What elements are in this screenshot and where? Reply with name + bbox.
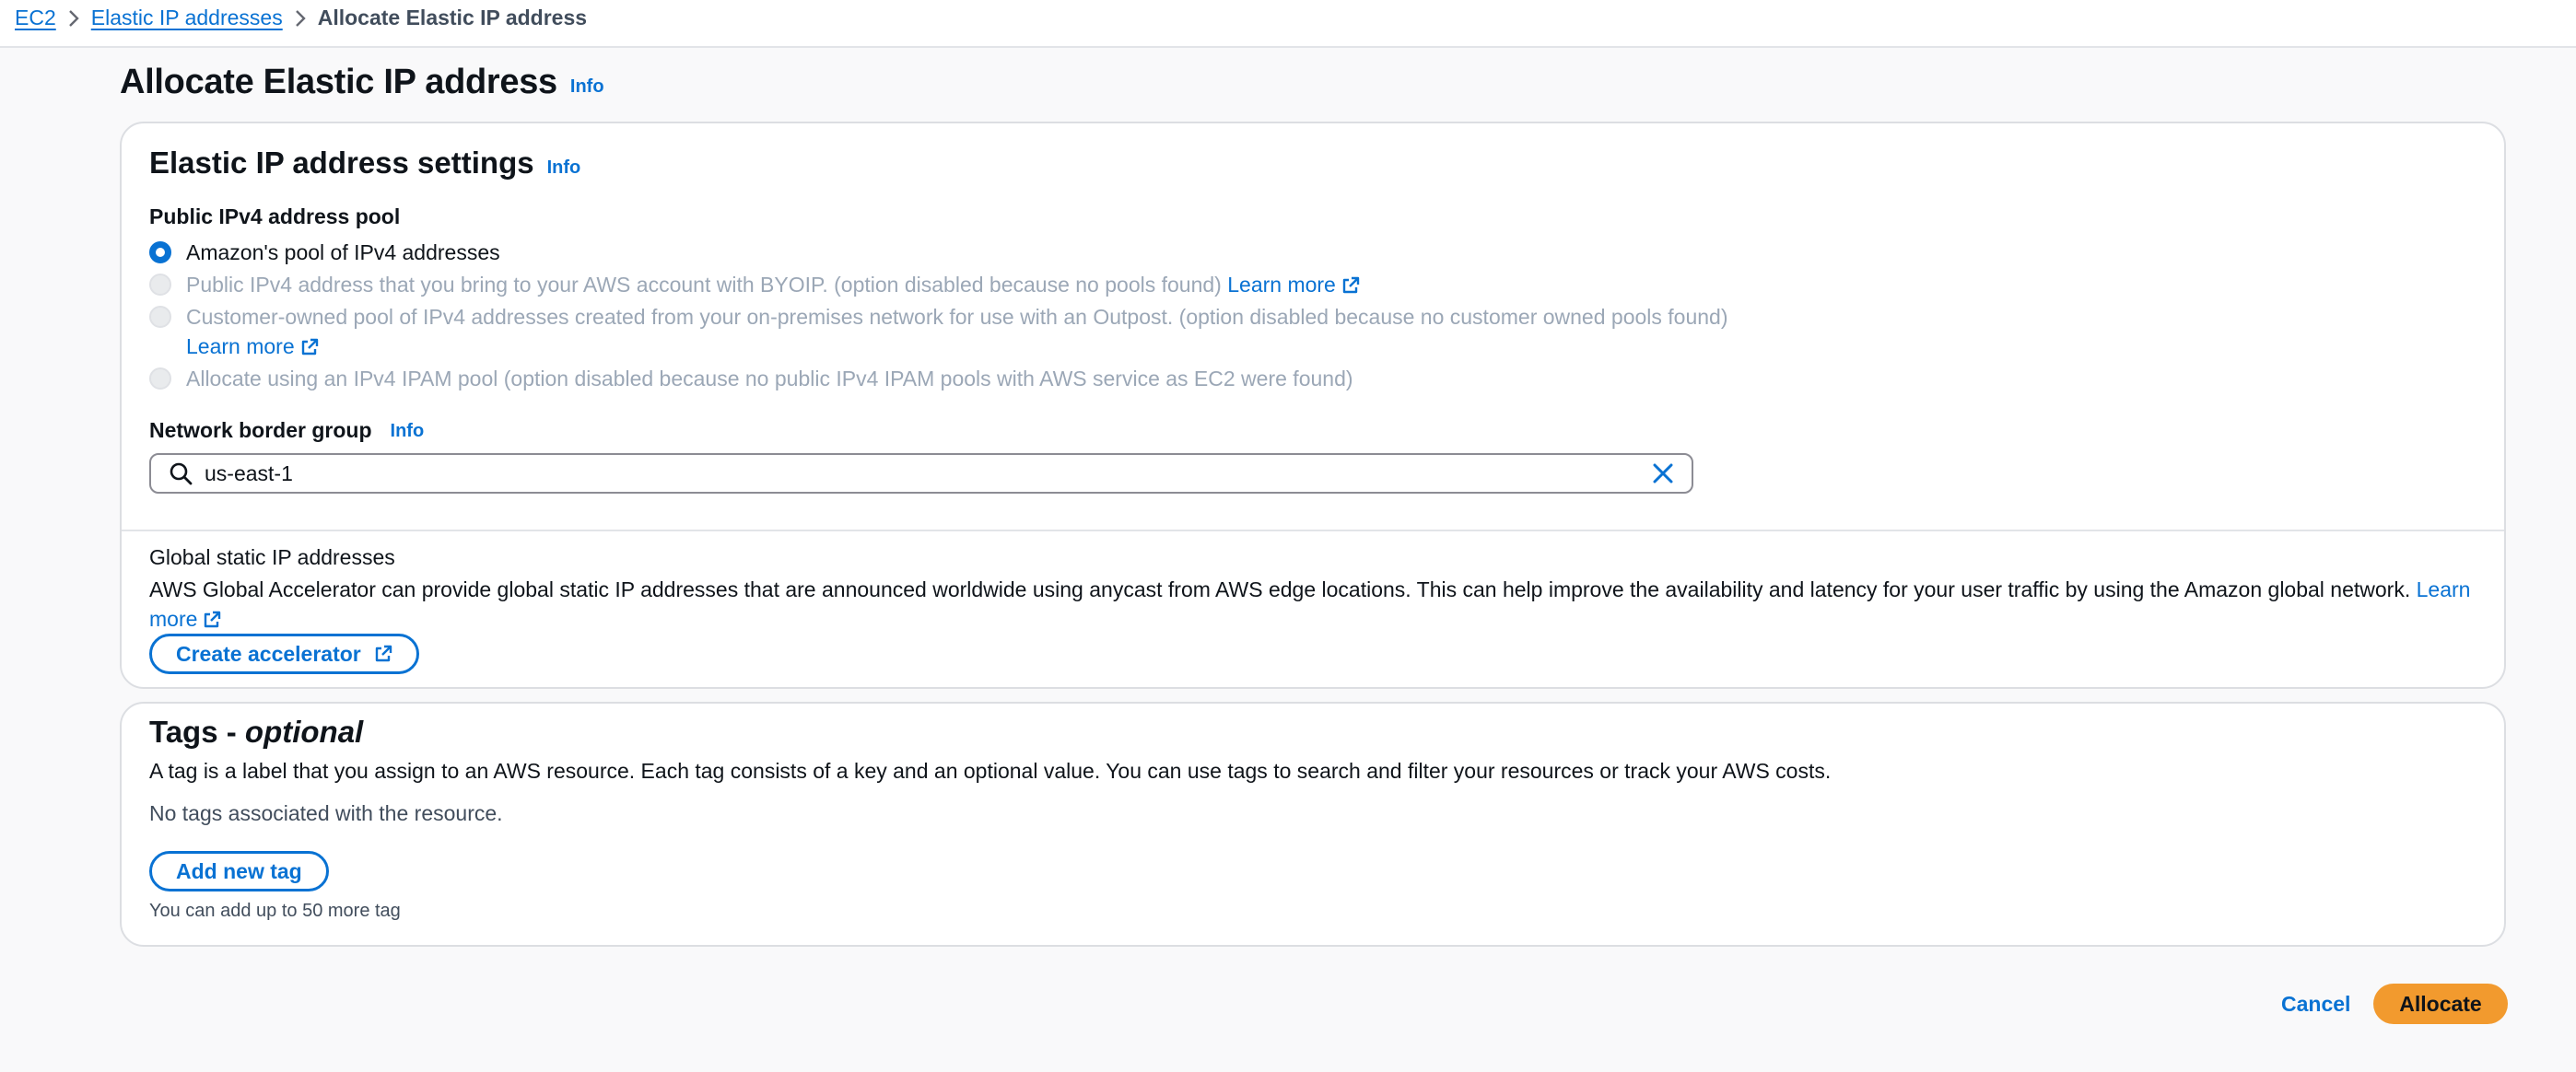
chevron-right-icon (283, 6, 318, 30)
chevron-right-icon (56, 6, 91, 30)
pool-option-label: Allocate using an IPv4 IPAM pool (option… (186, 367, 1353, 390)
pool-option-label: Customer-owned pool of IPv4 addresses cr… (186, 302, 1808, 361)
pool-option-label-text: Customer-owned pool of IPv4 addresses cr… (186, 305, 1728, 329)
create-accelerator-button[interactable]: Create accelerator (149, 634, 419, 674)
tags-limit-hint: You can add up to 50 more tag (149, 901, 401, 921)
tags-panel: Tags - optional A tag is a label that yo… (120, 702, 2506, 947)
nbg-info-link[interactable]: Info (391, 421, 425, 442)
tags-description: A tag is a label that you assign to an A… (149, 759, 1832, 783)
cancel-button[interactable]: Cancel (2281, 985, 2350, 1022)
pool-option-label-text: Public IPv4 address that you bring to yo… (186, 273, 1222, 297)
radio-disabled (149, 306, 171, 328)
radio-disabled (149, 367, 171, 390)
learn-more-text: Learn more (186, 334, 295, 358)
learn-more-link[interactable]: Learn more (186, 334, 319, 358)
global-ip-title: Global static IP addresses (149, 545, 395, 569)
pool-option-amazon[interactable]: Amazon's pool of IPv4 addresses (149, 238, 500, 267)
pool-option-byoip: Public IPv4 address that you bring to yo… (149, 270, 1360, 299)
external-link-icon (1342, 276, 1360, 294)
add-new-tag-button[interactable]: Add new tag (149, 851, 329, 891)
breadcrumb-link-ec2[interactable]: EC2 (15, 6, 56, 30)
tags-heading: Tags - optional (149, 715, 363, 750)
settings-heading-row: Elastic IP address settings Info (149, 142, 580, 184)
pool-option-label: Amazon's pool of IPv4 addresses (186, 240, 500, 264)
elastic-ip-settings-panel: Elastic IP address settings Info Public … (120, 122, 2506, 689)
network-border-group-input[interactable] (205, 460, 1649, 486)
breadcrumb: EC2 Elastic IP addresses Allocate Elasti… (15, 0, 587, 35)
search-icon (170, 462, 193, 485)
settings-heading: Elastic IP address settings (149, 146, 534, 180)
page-info-link[interactable]: Info (570, 76, 604, 98)
global-ip-description: AWS Global Accelerator can provide globa… (149, 575, 2480, 634)
network-border-group-field[interactable] (149, 453, 1693, 494)
external-link-icon (205, 611, 221, 628)
learn-more-text: Learn more (1227, 273, 1336, 297)
learn-more-link[interactable]: Learn more (1227, 273, 1360, 297)
global-ip-description-text: AWS Global Accelerator can provide globa… (149, 577, 2411, 601)
radio-disabled (149, 274, 171, 296)
page-title: Allocate Elastic IP address (120, 62, 557, 101)
tags-heading-row: Tags - optional (149, 711, 363, 753)
pool-option-customer-owned: Customer-owned pool of IPv4 addresses cr… (149, 302, 1808, 361)
section-divider (122, 530, 2504, 531)
allocate-button[interactable]: Allocate (2373, 984, 2508, 1024)
page-header: Allocate Elastic IP address Info (120, 59, 604, 105)
pool-option-ipam: Allocate using an IPv4 IPAM pool (option… (149, 364, 1353, 393)
breadcrumb-bar: EC2 Elastic IP addresses Allocate Elasti… (0, 0, 2576, 48)
radio-checked[interactable] (149, 241, 171, 263)
pool-option-label: Public IPv4 address that you bring to yo… (186, 270, 1360, 299)
pool-label: Public IPv4 address pool (149, 204, 401, 228)
external-link-icon (375, 645, 392, 662)
create-accelerator-label: Create accelerator (176, 641, 361, 666)
nbg-label: Network border group (149, 417, 372, 442)
tags-heading-main: Tags - (149, 715, 245, 749)
tags-heading-optional: optional (244, 715, 364, 749)
tags-empty-state: No tags associated with the resource. (149, 801, 503, 825)
breadcrumb-current: Allocate Elastic IP address (317, 5, 588, 29)
external-link-icon (301, 338, 318, 355)
nbg-label-row: Network border group Info (149, 416, 424, 444)
breadcrumb-link-elastic-ips[interactable]: Elastic IP addresses (91, 6, 283, 30)
settings-info-link[interactable]: Info (547, 157, 581, 179)
close-icon[interactable] (1649, 460, 1677, 487)
